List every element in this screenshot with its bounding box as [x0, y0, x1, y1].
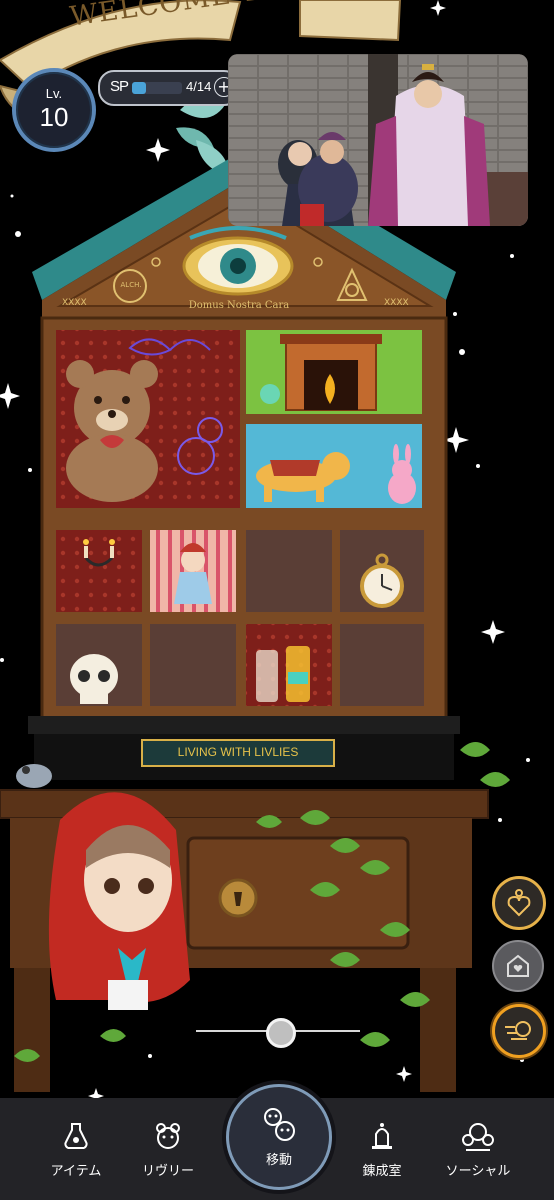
alchemy-mark: ALCH.	[120, 281, 142, 289]
level-label: Lv.	[45, 86, 63, 101]
potion-flask-icon	[64, 1123, 88, 1150]
nav-label-move: 移動	[265, 1153, 292, 1168]
move-creatures-icon	[264, 1108, 295, 1141]
sp-bar-track	[132, 82, 182, 94]
livly-bear-icon	[156, 1123, 180, 1149]
speed-lines-icon	[505, 1021, 531, 1040]
nav-item-move[interactable]: 移動	[226, 1084, 332, 1190]
small-livly	[16, 764, 52, 788]
sp-bar-fill	[132, 82, 147, 94]
heart-locket-button[interactable]	[492, 876, 546, 930]
level-badge[interactable]: Lv. 10	[12, 68, 96, 152]
nav-label-alchemy: 錬成室	[362, 1164, 402, 1179]
nav-label-social: ソーシャル	[445, 1164, 511, 1179]
nav-item-livly[interactable]: リヴリー	[118, 1098, 218, 1200]
heart-locket-icon	[507, 889, 531, 917]
house-heart-button[interactable]	[492, 940, 544, 992]
sp-value: 4/14	[186, 79, 212, 94]
fireplace	[280, 334, 382, 411]
house-title-sign: Domus Nostra Cara	[188, 300, 290, 311]
level-value: 10	[39, 102, 69, 132]
video-overlay[interactable]	[228, 54, 528, 226]
sign-right: XXXX	[384, 298, 409, 308]
sp-label: SP	[110, 78, 129, 95]
sign-left: XXXX	[62, 298, 87, 308]
house-heart-icon	[507, 954, 529, 977]
sp-meter[interactable]: SP 4/14 +	[98, 70, 240, 106]
red-hood-avatar	[48, 792, 191, 1010]
nav-item-social[interactable]: ソーシャル	[428, 1098, 528, 1200]
video-frame	[228, 54, 528, 226]
nav-label-items: アイテム	[50, 1164, 102, 1179]
nav-item-alchemy[interactable]: 錬成室	[332, 1098, 432, 1200]
livlies-plaque: LIVING WITH LIVLIES	[177, 745, 299, 759]
zoom-slider-knob[interactable]	[266, 1018, 296, 1048]
speed-lines-button[interactable]	[492, 1004, 546, 1058]
social-group-icon	[462, 1123, 494, 1151]
nav-item-items[interactable]: アイテム	[26, 1098, 126, 1200]
alchemy-bell-icon	[372, 1123, 392, 1149]
nav-label-livly: リヴリー	[141, 1164, 194, 1179]
green-mouse	[260, 384, 280, 404]
